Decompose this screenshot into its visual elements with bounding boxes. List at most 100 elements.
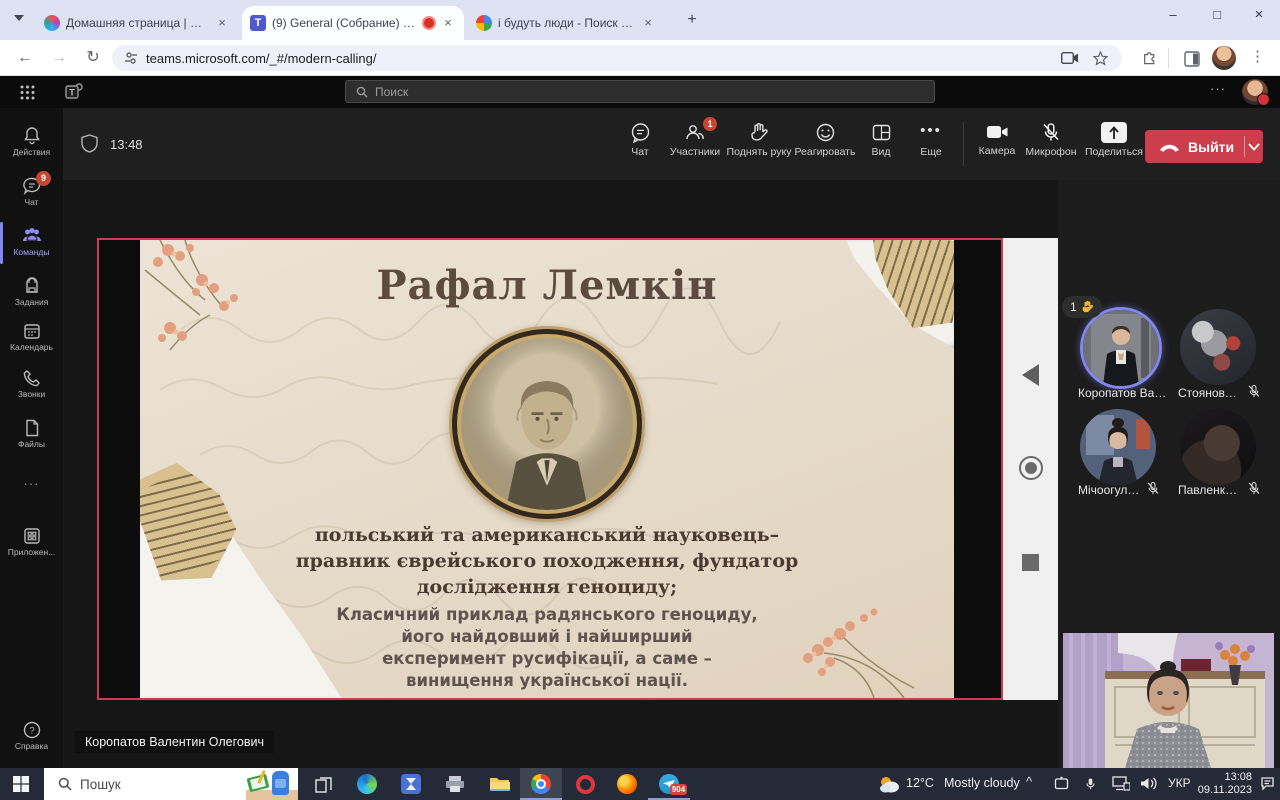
window-close-button[interactable]: × xyxy=(1238,0,1280,32)
side-panel-icon[interactable] xyxy=(1184,51,1200,67)
tray-time: 13:08 xyxy=(1196,771,1252,784)
task-view-button[interactable] xyxy=(302,768,344,800)
teams-more-options-icon[interactable]: ··· xyxy=(1210,81,1226,96)
slide-body: Класичний приклад радянського геноциду, … xyxy=(140,604,954,692)
mic-muted-icon xyxy=(1041,122,1061,143)
participant-video-stoyanova[interactable] xyxy=(1180,309,1256,385)
address-bar[interactable]: teams.microsoft.com/_#/modern-calling/ xyxy=(112,45,1122,71)
participant-video-pavlenko[interactable] xyxy=(1180,409,1256,485)
portrait-photo xyxy=(461,338,633,510)
meeting-info-shield-icon[interactable] xyxy=(81,134,98,153)
taskbar-search-box[interactable]: Пошук xyxy=(44,768,298,800)
taskbar-chrome-app[interactable] xyxy=(520,768,562,800)
back-button[interactable]: ← xyxy=(14,47,36,69)
participant-video-michoogull[interactable] xyxy=(1080,409,1156,485)
sidebar-item-activity[interactable]: Действия xyxy=(0,126,63,157)
tab-search-chevron-icon[interactable] xyxy=(14,15,24,21)
weather-condition[interactable]: Mostly cloudy xyxy=(944,776,1020,790)
mic-muted-icon xyxy=(1247,384,1261,399)
stop-square-icon[interactable] xyxy=(1022,554,1039,571)
tray-date: 09.11.2023 xyxy=(1196,784,1252,797)
slide-letterbox-left xyxy=(99,240,140,698)
taskbar-file-explorer[interactable] xyxy=(478,768,520,800)
google-favicon xyxy=(476,15,492,31)
sidebar-more-icon[interactable]: ··· xyxy=(0,476,63,491)
chrome-icon xyxy=(531,774,551,794)
weather-icon[interactable] xyxy=(878,774,900,794)
new-tab-button[interactable]: + xyxy=(682,10,702,30)
participants-button[interactable]: Участники 1 xyxy=(663,122,727,158)
reload-button[interactable]: ↻ xyxy=(82,47,104,69)
tray-network-icon[interactable] xyxy=(1112,776,1130,791)
record-circle-icon[interactable] xyxy=(1019,456,1043,480)
tab-close-icon[interactable]: × xyxy=(440,15,456,31)
window-maximize-button[interactable]: □ xyxy=(1196,0,1238,32)
app-launcher-waffle-icon[interactable] xyxy=(20,85,35,100)
tray-volume-icon[interactable] xyxy=(1140,776,1158,791)
tray-mic-icon[interactable] xyxy=(1084,776,1097,792)
tab-close-icon[interactable]: × xyxy=(640,15,656,31)
tab-home[interactable]: Домашняя страница | Microso × xyxy=(36,6,238,40)
profile-avatar[interactable] xyxy=(1212,46,1236,70)
teams-profile-avatar[interactable] xyxy=(1242,79,1268,105)
notification-center-icon[interactable] xyxy=(1260,776,1275,791)
tray-chevron-up-icon[interactable]: ^ xyxy=(1026,774,1032,789)
teams-favicon: T xyxy=(250,15,266,31)
leave-label: Выйти xyxy=(1188,139,1234,155)
leave-divider xyxy=(1244,136,1245,157)
sidebar-item-calls[interactable]: Звонки xyxy=(0,368,63,399)
sidebar-item-chat[interactable]: Чат 9 xyxy=(0,176,63,207)
search-highlight-doodle[interactable] xyxy=(246,768,298,800)
sidebar-item-calendar[interactable]: Календарь xyxy=(0,321,63,352)
taskbar-printer-app[interactable] xyxy=(434,768,476,800)
teams-left-rail: Действия Чат 9 Команды Задания Календарь… xyxy=(0,108,63,768)
participant-video-koropatov[interactable] xyxy=(1080,307,1162,389)
speaker-video-tile[interactable] xyxy=(1063,633,1274,768)
share-button[interactable]: Поделиться xyxy=(1079,122,1149,158)
tray-snip-icon[interactable] xyxy=(1054,776,1069,791)
clock[interactable]: 13:08 09.11.2023 xyxy=(1196,771,1252,797)
forward-button[interactable]: → xyxy=(48,47,70,69)
search-icon xyxy=(356,86,368,98)
more-button[interactable]: ••• Еще xyxy=(899,122,963,158)
start-button[interactable] xyxy=(0,768,42,800)
more-ellipsis-icon: ••• xyxy=(899,122,963,143)
sidebar-item-help[interactable]: ? Справка xyxy=(0,720,63,751)
leave-options-chevron-icon[interactable] xyxy=(1248,143,1260,151)
participant-name: Стоянова ... xyxy=(1178,386,1240,400)
camera-permission-icon[interactable] xyxy=(1061,51,1079,65)
sidebar-item-files[interactable]: Файлы xyxy=(0,418,63,449)
meeting-timer: 13:48 xyxy=(110,137,143,152)
tab-teams-meeting[interactable]: T (9) General (Собрание) | Mi × xyxy=(242,6,464,40)
taskbar-edge-app[interactable] xyxy=(346,768,388,800)
sidebar-item-assignments[interactable]: Задания xyxy=(0,276,63,307)
language-indicator[interactable]: УКР xyxy=(1168,776,1191,790)
raised-hand-badge: 1 xyxy=(1062,296,1102,318)
browser-menu-kebab-icon[interactable]: ⋮ xyxy=(1250,47,1265,65)
raise-hand-button[interactable]: Поднять руку xyxy=(723,122,795,158)
taskbar-blue-app[interactable] xyxy=(390,768,432,800)
weather-temp[interactable]: 12°C xyxy=(906,776,934,790)
microphone-button[interactable]: Микрофон xyxy=(1015,122,1087,158)
svg-text:?: ? xyxy=(29,726,34,737)
tab-google-search[interactable]: і будуть люди - Поиск в Googl × xyxy=(468,6,664,40)
taskbar-firefox-app[interactable] xyxy=(606,768,648,800)
participant-1-video xyxy=(1083,310,1159,386)
sidebar-item-apps[interactable]: Приложен... xyxy=(0,526,63,557)
toolbar-divider xyxy=(963,122,964,166)
bookmark-star-icon[interactable] xyxy=(1093,51,1108,66)
tab-close-icon[interactable]: × xyxy=(214,15,230,31)
site-settings-icon[interactable] xyxy=(124,51,138,65)
window-minimize-button[interactable]: – xyxy=(1152,0,1194,32)
participant-3-video xyxy=(1080,409,1156,485)
extensions-icon[interactable] xyxy=(1142,51,1158,67)
presenter-name-label: Коропатов Валентин Олегович xyxy=(75,731,274,753)
url-text[interactable]: teams.microsoft.com/_#/modern-calling/ xyxy=(146,51,376,66)
sidebar-item-teams[interactable]: Команды xyxy=(0,226,63,257)
leave-button[interactable]: Выйти xyxy=(1145,130,1263,163)
teams-search-box[interactable]: Поиск xyxy=(345,80,935,103)
previous-slide-icon[interactable] xyxy=(1022,364,1039,386)
phone-icon xyxy=(22,368,42,388)
taskbar-telegram-app[interactable]: 904 xyxy=(648,768,690,800)
taskbar-opera-app[interactable] xyxy=(564,768,606,800)
